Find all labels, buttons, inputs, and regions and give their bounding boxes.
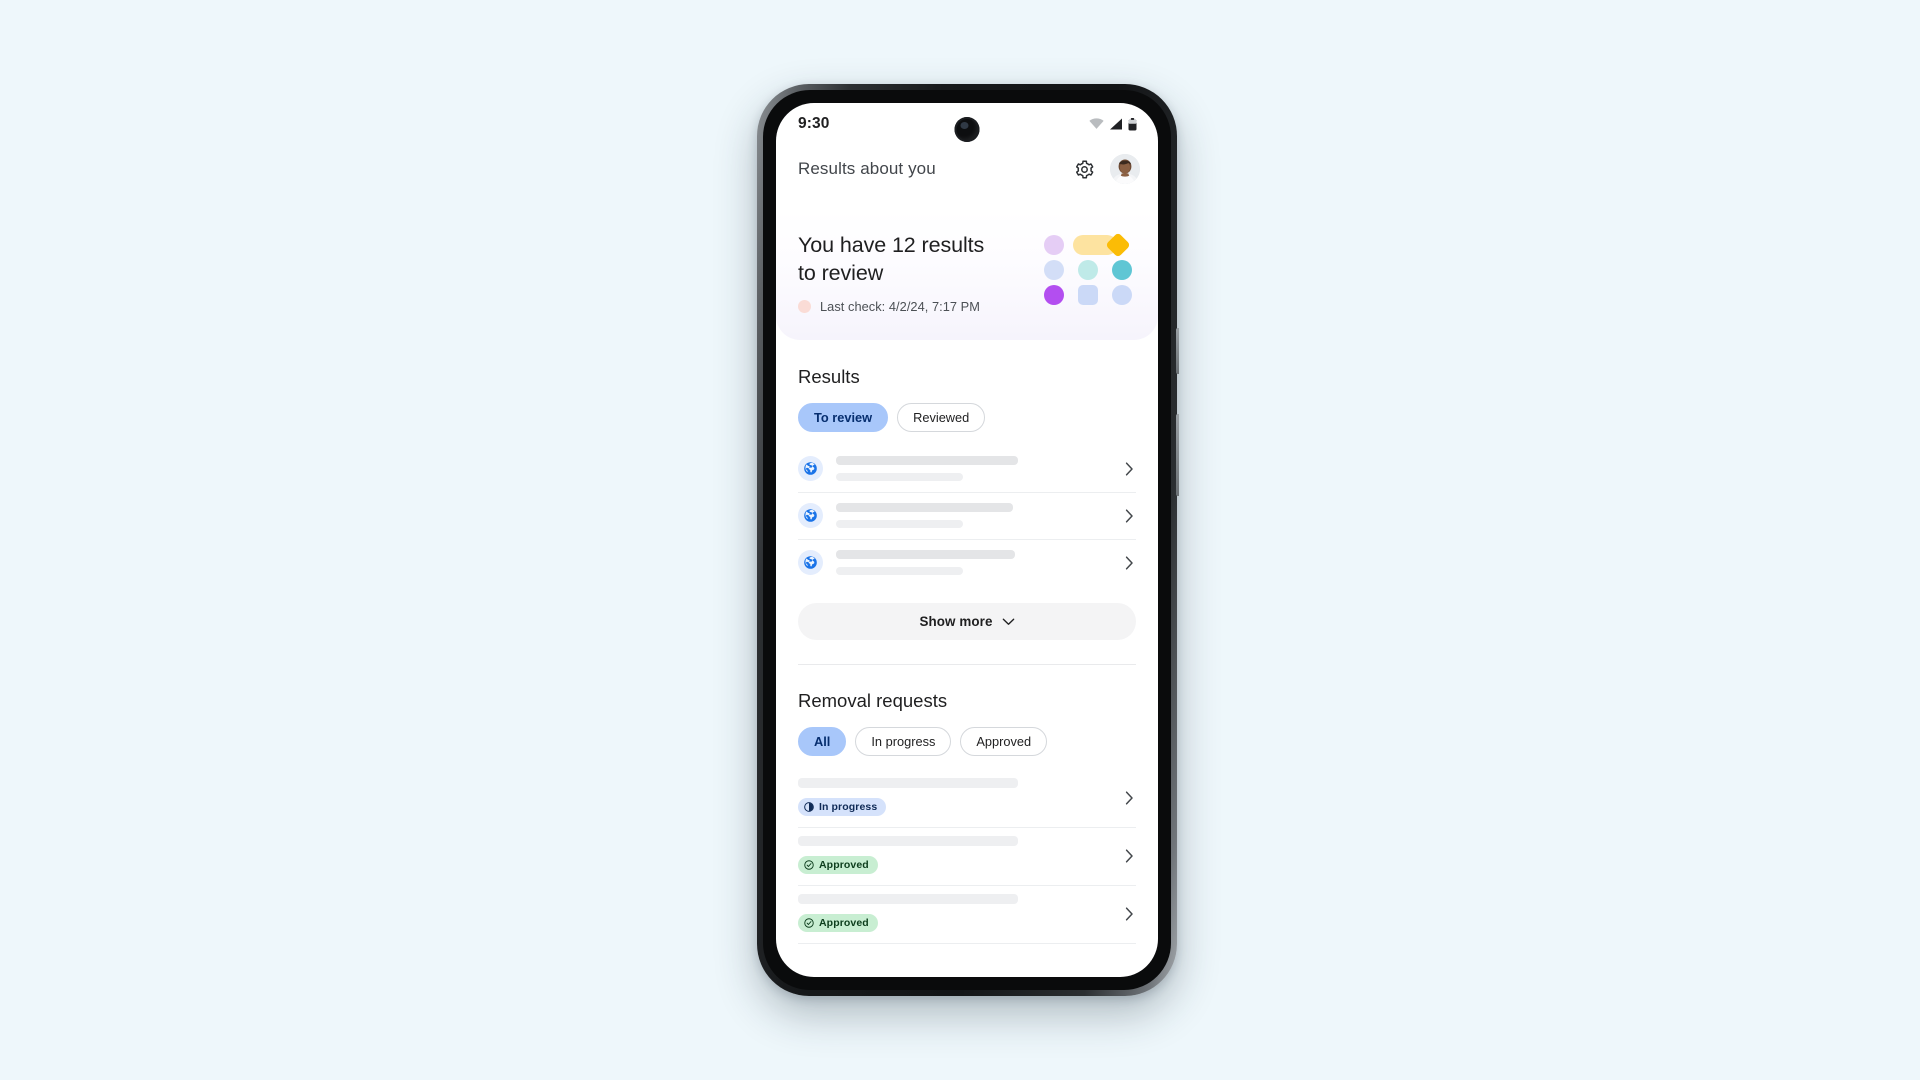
removal-requests-list: In progress Approved Approved bbox=[798, 770, 1136, 944]
decor-pill-diamond bbox=[1073, 232, 1131, 258]
status-bar-time: 9:30 bbox=[798, 115, 830, 132]
avatar bbox=[1110, 154, 1140, 184]
removal-filter-chips: All In progress Approved bbox=[798, 727, 1136, 756]
chevron-right-icon[interactable] bbox=[1122, 508, 1136, 523]
page-title: Results about you bbox=[798, 159, 936, 178]
camera-punch-hole-icon bbox=[954, 117, 980, 142]
globe-icon bbox=[798, 456, 823, 481]
status-bar-icons bbox=[1089, 117, 1137, 131]
check-circle-icon bbox=[804, 860, 814, 870]
check-circle-icon bbox=[804, 918, 814, 928]
chip-in-progress[interactable]: In progress bbox=[855, 727, 952, 756]
show-more-button[interactable]: Show more bbox=[798, 603, 1136, 640]
chevron-down-icon bbox=[1002, 618, 1015, 626]
removal-row[interactable]: Approved bbox=[798, 828, 1136, 886]
hero-text-block: You have 12 results to review Last check… bbox=[798, 229, 1039, 314]
results-filter-chips: To review Reviewed bbox=[798, 403, 1136, 432]
decor-circle-4 bbox=[1111, 260, 1132, 280]
result-row[interactable] bbox=[798, 446, 1136, 493]
hero-summary-card[interactable]: You have 12 results to review Last check… bbox=[776, 209, 1158, 340]
chevron-right-icon[interactable] bbox=[1122, 848, 1136, 863]
removal-row[interactable]: Approved bbox=[798, 886, 1136, 944]
removal-row-body: Approved bbox=[798, 836, 1112, 875]
hero-subline: Last check: 4/2/24, 7:17 PM bbox=[798, 299, 1039, 314]
result-placeholder-text bbox=[836, 550, 1112, 575]
show-more-label: Show more bbox=[919, 614, 993, 629]
chevron-right-icon[interactable] bbox=[1122, 906, 1136, 921]
phone-mockup: 9:30 Results about you You have 12 resul… bbox=[757, 84, 1179, 996]
decor-circle-2 bbox=[1043, 260, 1064, 280]
status-badge: In progress bbox=[798, 798, 887, 816]
removal-row-body: In progress bbox=[798, 778, 1112, 817]
decor-circle-5 bbox=[1043, 285, 1064, 305]
chevron-right-icon[interactable] bbox=[1122, 461, 1136, 476]
removal-requests-section: Removal requests All In progress Approve… bbox=[776, 665, 1158, 944]
globe-icon bbox=[798, 550, 823, 575]
status-badge-label: In progress bbox=[819, 801, 878, 813]
status-dot-icon bbox=[798, 300, 811, 313]
removal-row[interactable]: In progress bbox=[798, 770, 1136, 828]
results-section: Results To review Reviewed Show more bbox=[776, 340, 1158, 665]
globe-icon bbox=[798, 503, 823, 528]
hero-headline-line-2: to review bbox=[798, 261, 884, 285]
decor-square-1 bbox=[1077, 285, 1098, 305]
results-list bbox=[798, 446, 1136, 586]
battery-icon bbox=[1128, 117, 1137, 131]
app-header: Results about you bbox=[776, 145, 1158, 193]
chevron-right-icon[interactable] bbox=[1122, 555, 1136, 570]
results-section-title: Results bbox=[798, 366, 860, 387]
status-badge: Approved bbox=[798, 914, 878, 932]
account-avatar-button[interactable] bbox=[1110, 154, 1140, 184]
hero-headline-line-1: You have 12 results bbox=[798, 233, 985, 257]
decor-circle-1 bbox=[1043, 235, 1064, 255]
settings-button[interactable] bbox=[1067, 152, 1101, 186]
decor-circle-3 bbox=[1077, 260, 1098, 280]
chip-all[interactable]: All bbox=[798, 727, 847, 756]
chevron-right-icon[interactable] bbox=[1122, 790, 1136, 805]
hero-headline: You have 12 results to review bbox=[798, 231, 1033, 287]
chip-approved[interactable]: Approved bbox=[960, 727, 1048, 756]
hero-decorative-graphic bbox=[1039, 232, 1136, 305]
result-row[interactable] bbox=[798, 493, 1136, 540]
status-badge: Approved bbox=[798, 856, 878, 874]
chip-to-review[interactable]: To review bbox=[798, 403, 889, 432]
power-button[interactable] bbox=[1176, 328, 1179, 374]
chip-reviewed[interactable]: Reviewed bbox=[897, 403, 986, 432]
phone-bezel: 9:30 Results about you You have 12 resul… bbox=[763, 90, 1171, 990]
status-badge-label: Approved bbox=[819, 917, 869, 929]
gear-icon bbox=[1074, 159, 1095, 180]
result-row[interactable] bbox=[798, 540, 1136, 586]
decor-circle-6 bbox=[1111, 285, 1132, 305]
phone-screen: 9:30 Results about you You have 12 resul… bbox=[776, 103, 1158, 977]
last-check-label: Last check: 4/2/24, 7:17 PM bbox=[820, 299, 980, 314]
result-placeholder-text bbox=[836, 503, 1112, 528]
half-circle-icon bbox=[804, 802, 814, 812]
removal-section-title: Removal requests bbox=[798, 690, 948, 711]
volume-button[interactable] bbox=[1176, 414, 1179, 496]
removal-row-body: Approved bbox=[798, 894, 1112, 933]
wifi-icon bbox=[1089, 118, 1104, 130]
cellular-signal-icon bbox=[1109, 118, 1123, 130]
result-placeholder-text bbox=[836, 456, 1112, 481]
status-badge-label: Approved bbox=[819, 859, 869, 871]
